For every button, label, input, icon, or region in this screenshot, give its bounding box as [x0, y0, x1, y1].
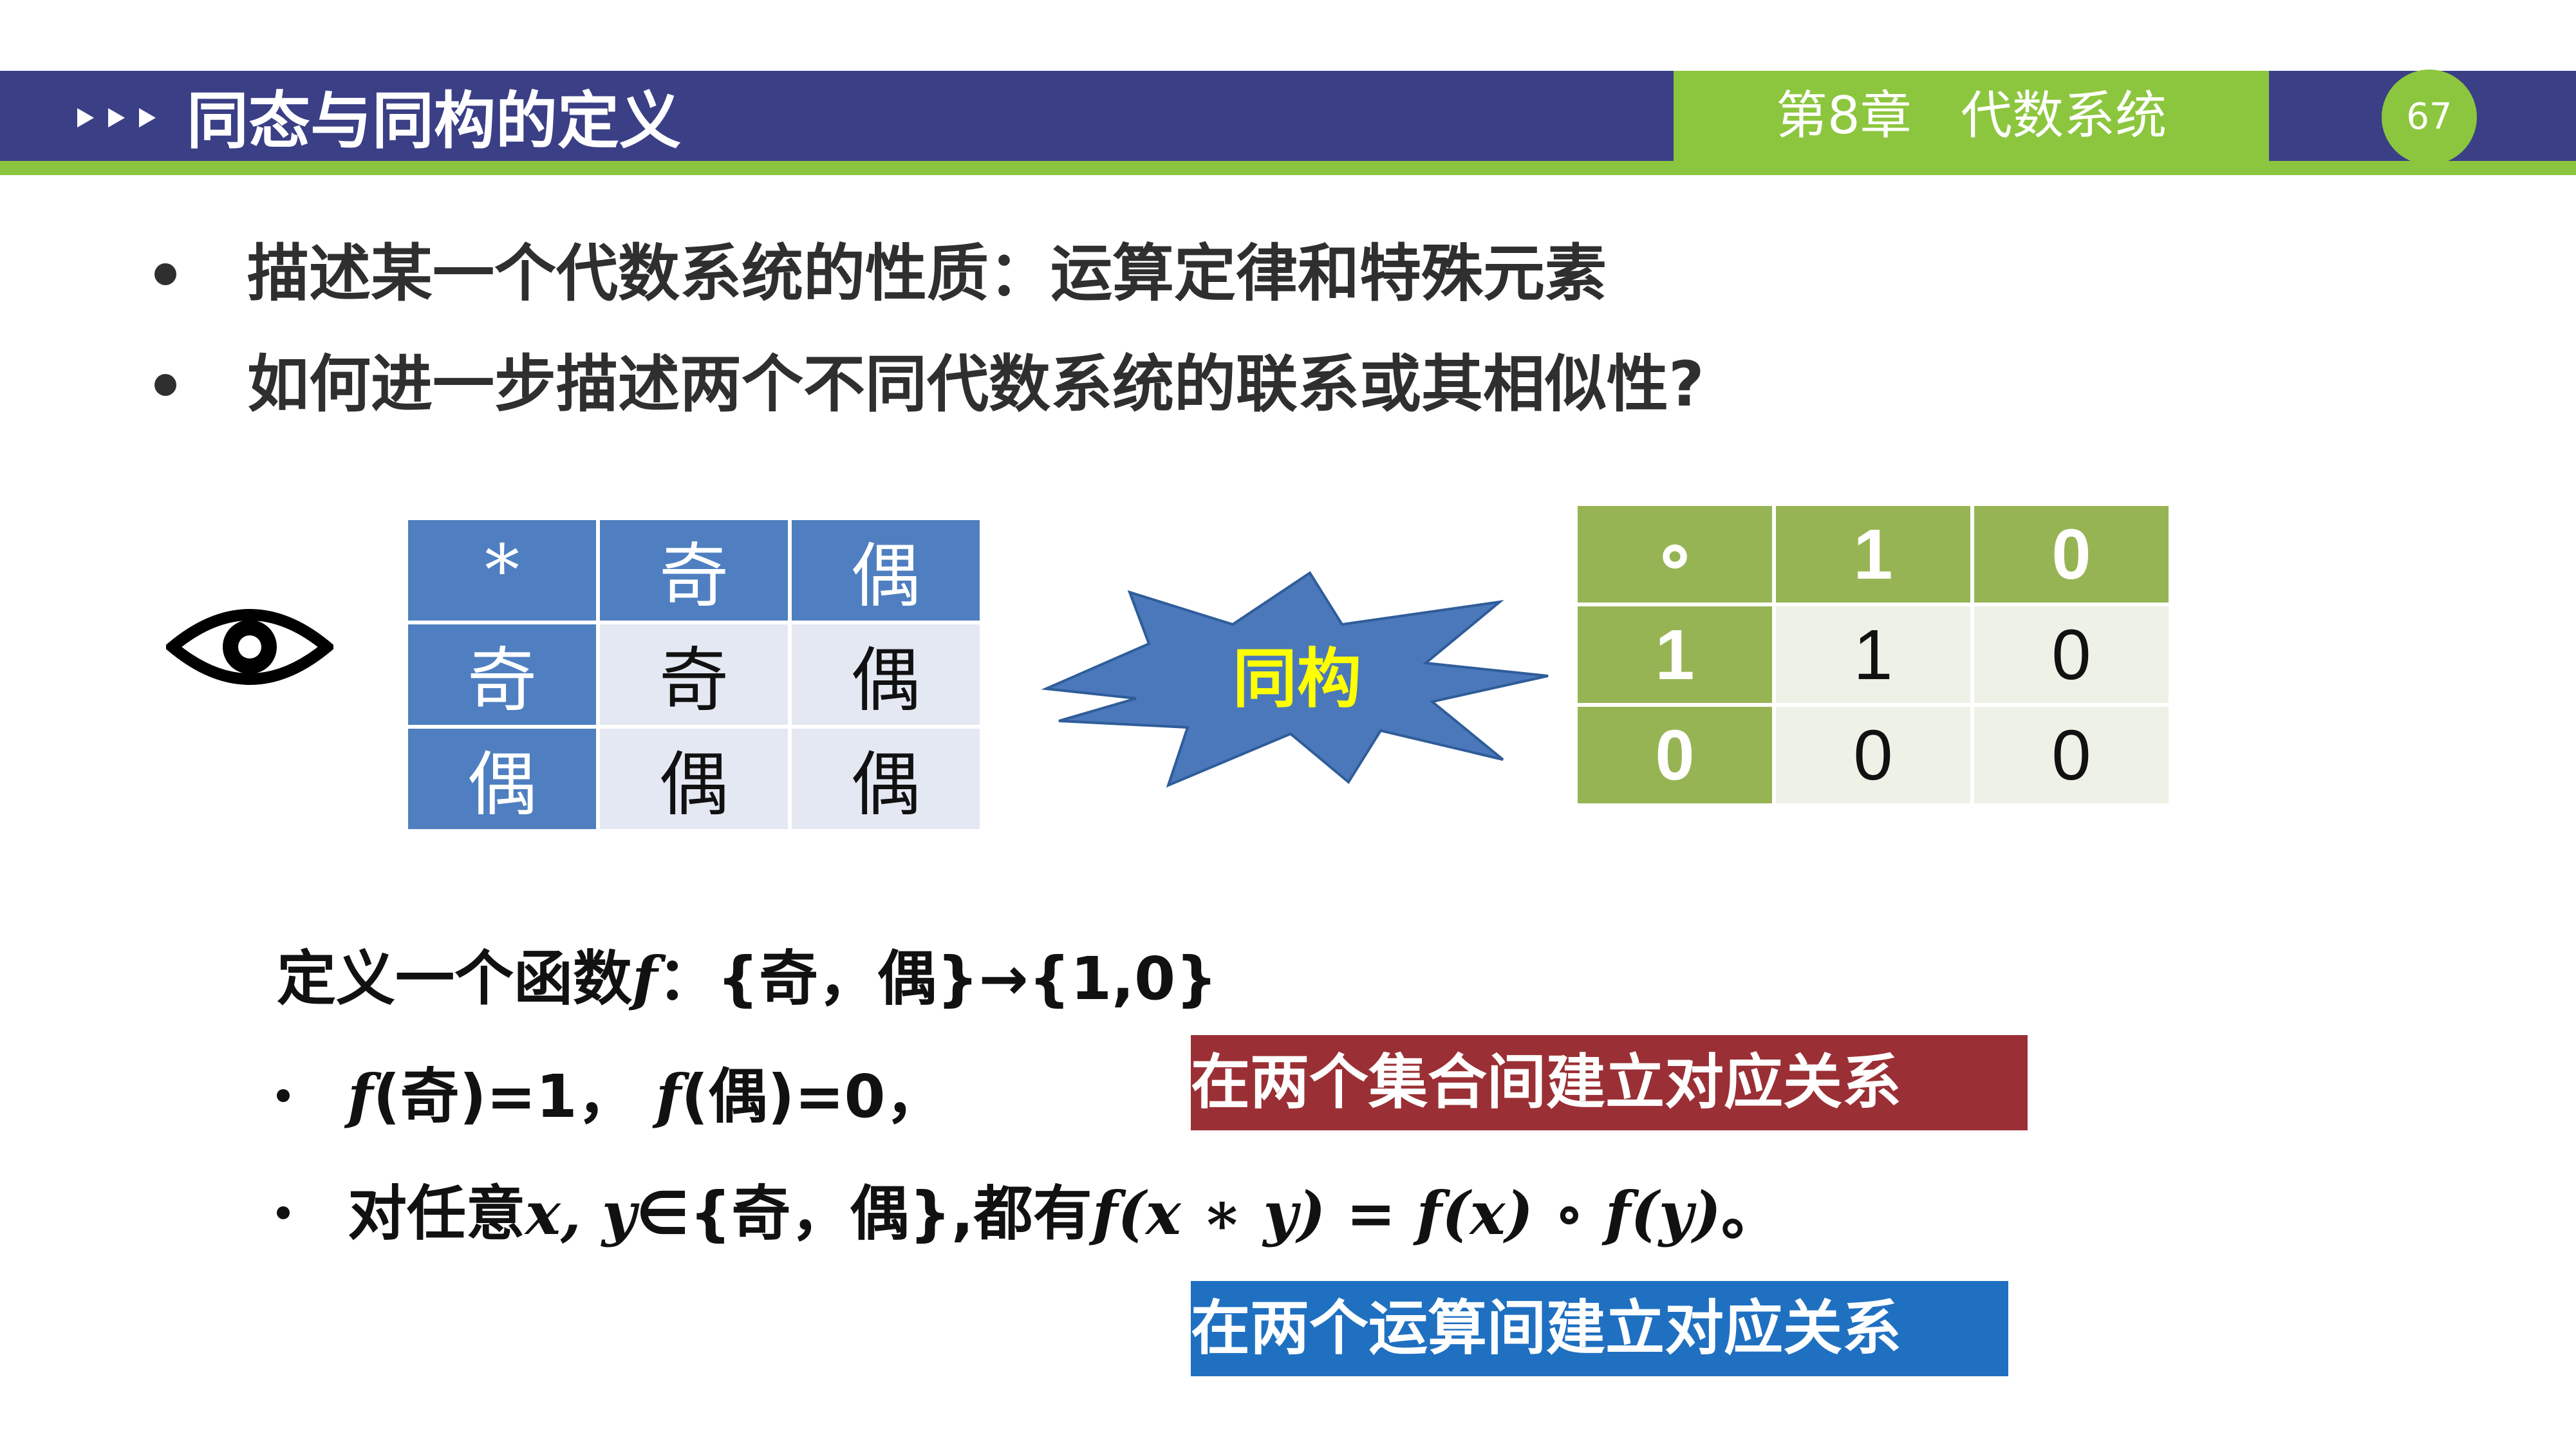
table-row: 奇 奇 偶 [408, 624, 980, 725]
mapping-item: f(奇)=1， f(偶)=0， [277, 1054, 945, 1138]
table-row: 0 0 0 [1578, 707, 2169, 803]
definition-line: 定义一个函数f：{奇，偶}→{1,0} [277, 937, 1218, 1020]
binary-operation-table: ∘ 1 0 1 1 0 0 0 0 [1574, 502, 2172, 807]
table-header-row: ∘ 1 0 [1578, 506, 2169, 603]
table-cell: 0 [1974, 707, 2169, 803]
isomorphism-label: 同构 [1233, 641, 1361, 716]
table-row-header: 0 [1578, 707, 1772, 803]
bullet-text: 如何进一步描述两个不同代数系统的联系或其相似性? [247, 348, 1704, 420]
function-symbol: f [632, 944, 658, 1013]
table-header-cell: * [408, 520, 596, 621]
condition-set: ∈{奇，偶},都有 [636, 1179, 1092, 1248]
table-row-header: 1 [1578, 606, 1772, 703]
chapter-title: 第8章 代数系统 [1775, 86, 2167, 145]
mapping-even: (偶)=0， [681, 1062, 945, 1131]
table-row-header: 奇 [408, 624, 596, 725]
table-header-cell: 0 [1974, 506, 2169, 603]
table-row: 偶 偶 偶 [408, 729, 980, 829]
callout-operations-text: 在两个运算间建立对应关系 [1191, 1294, 1902, 1363]
slide-title: 同态与同构的定义 [187, 85, 681, 157]
bullet-dot [154, 373, 176, 396]
definition-mapping: ：{奇，偶}→{1,0} [657, 944, 1218, 1013]
table-cell: 1 [1776, 606, 1970, 703]
homomorphism-formula: f(x ∗ y) = f(x) ∘ f(y) [1092, 1179, 1721, 1248]
table-header-cell: 1 [1776, 506, 1970, 603]
table-cell: 偶 [792, 729, 980, 829]
bullet-dot [277, 1206, 290, 1219]
function-symbol: f [655, 1061, 682, 1131]
eye-icon [166, 609, 333, 685]
table-header-cell: 偶 [792, 520, 980, 621]
function-symbol: f [348, 1061, 373, 1131]
callout-sets: 在两个集合间建立对应关系 [1191, 1035, 2028, 1130]
variables: x, y [525, 1179, 637, 1248]
table-cell: 0 [1974, 606, 2169, 703]
page-number-badge: 67 [2382, 70, 2477, 165]
callout-operations: 在两个运算间建立对应关系 [1191, 1281, 2008, 1376]
bullet-dot [154, 263, 176, 285]
condition-end: 。 [1721, 1179, 1780, 1248]
table-header-cell: ∘ [1578, 506, 1772, 603]
bullet-item: 如何进一步描述两个不同代数系统的联系或其相似性? [154, 342, 1704, 426]
homomorphism-condition: 对任意x, y∈{奇，偶},都有f(x ∗ y) = f(x) ∘ f(y)。 [277, 1172, 1780, 1255]
play-arrows-icon [77, 108, 156, 127]
table-row: 1 1 0 [1578, 606, 2169, 703]
table-cell: 偶 [600, 729, 788, 829]
callout-sets-text: 在两个集合间建立对应关系 [1191, 1048, 1902, 1117]
bullet-dot [277, 1089, 290, 1102]
table-header-cell: 奇 [600, 520, 788, 621]
condition-intro: 对任意 [348, 1179, 526, 1248]
table-header-row: * 奇 偶 [408, 520, 980, 621]
mapping-odd: (奇)=1， [373, 1062, 637, 1131]
bullet-text: 描述某一个代数系统的性质：运算定律和特殊元素 [247, 238, 1607, 310]
table-cell: 偶 [792, 624, 980, 725]
table-row-header: 偶 [408, 729, 596, 829]
definition-intro: 定义一个函数 [277, 944, 633, 1013]
bullet-item: 描述某一个代数系统的性质：运算定律和特殊元素 [154, 232, 1607, 315]
table-cell: 0 [1776, 707, 1970, 803]
parity-operation-table: * 奇 偶 奇 奇 偶 偶 偶 偶 [404, 516, 984, 833]
table-cell: 奇 [600, 624, 788, 725]
